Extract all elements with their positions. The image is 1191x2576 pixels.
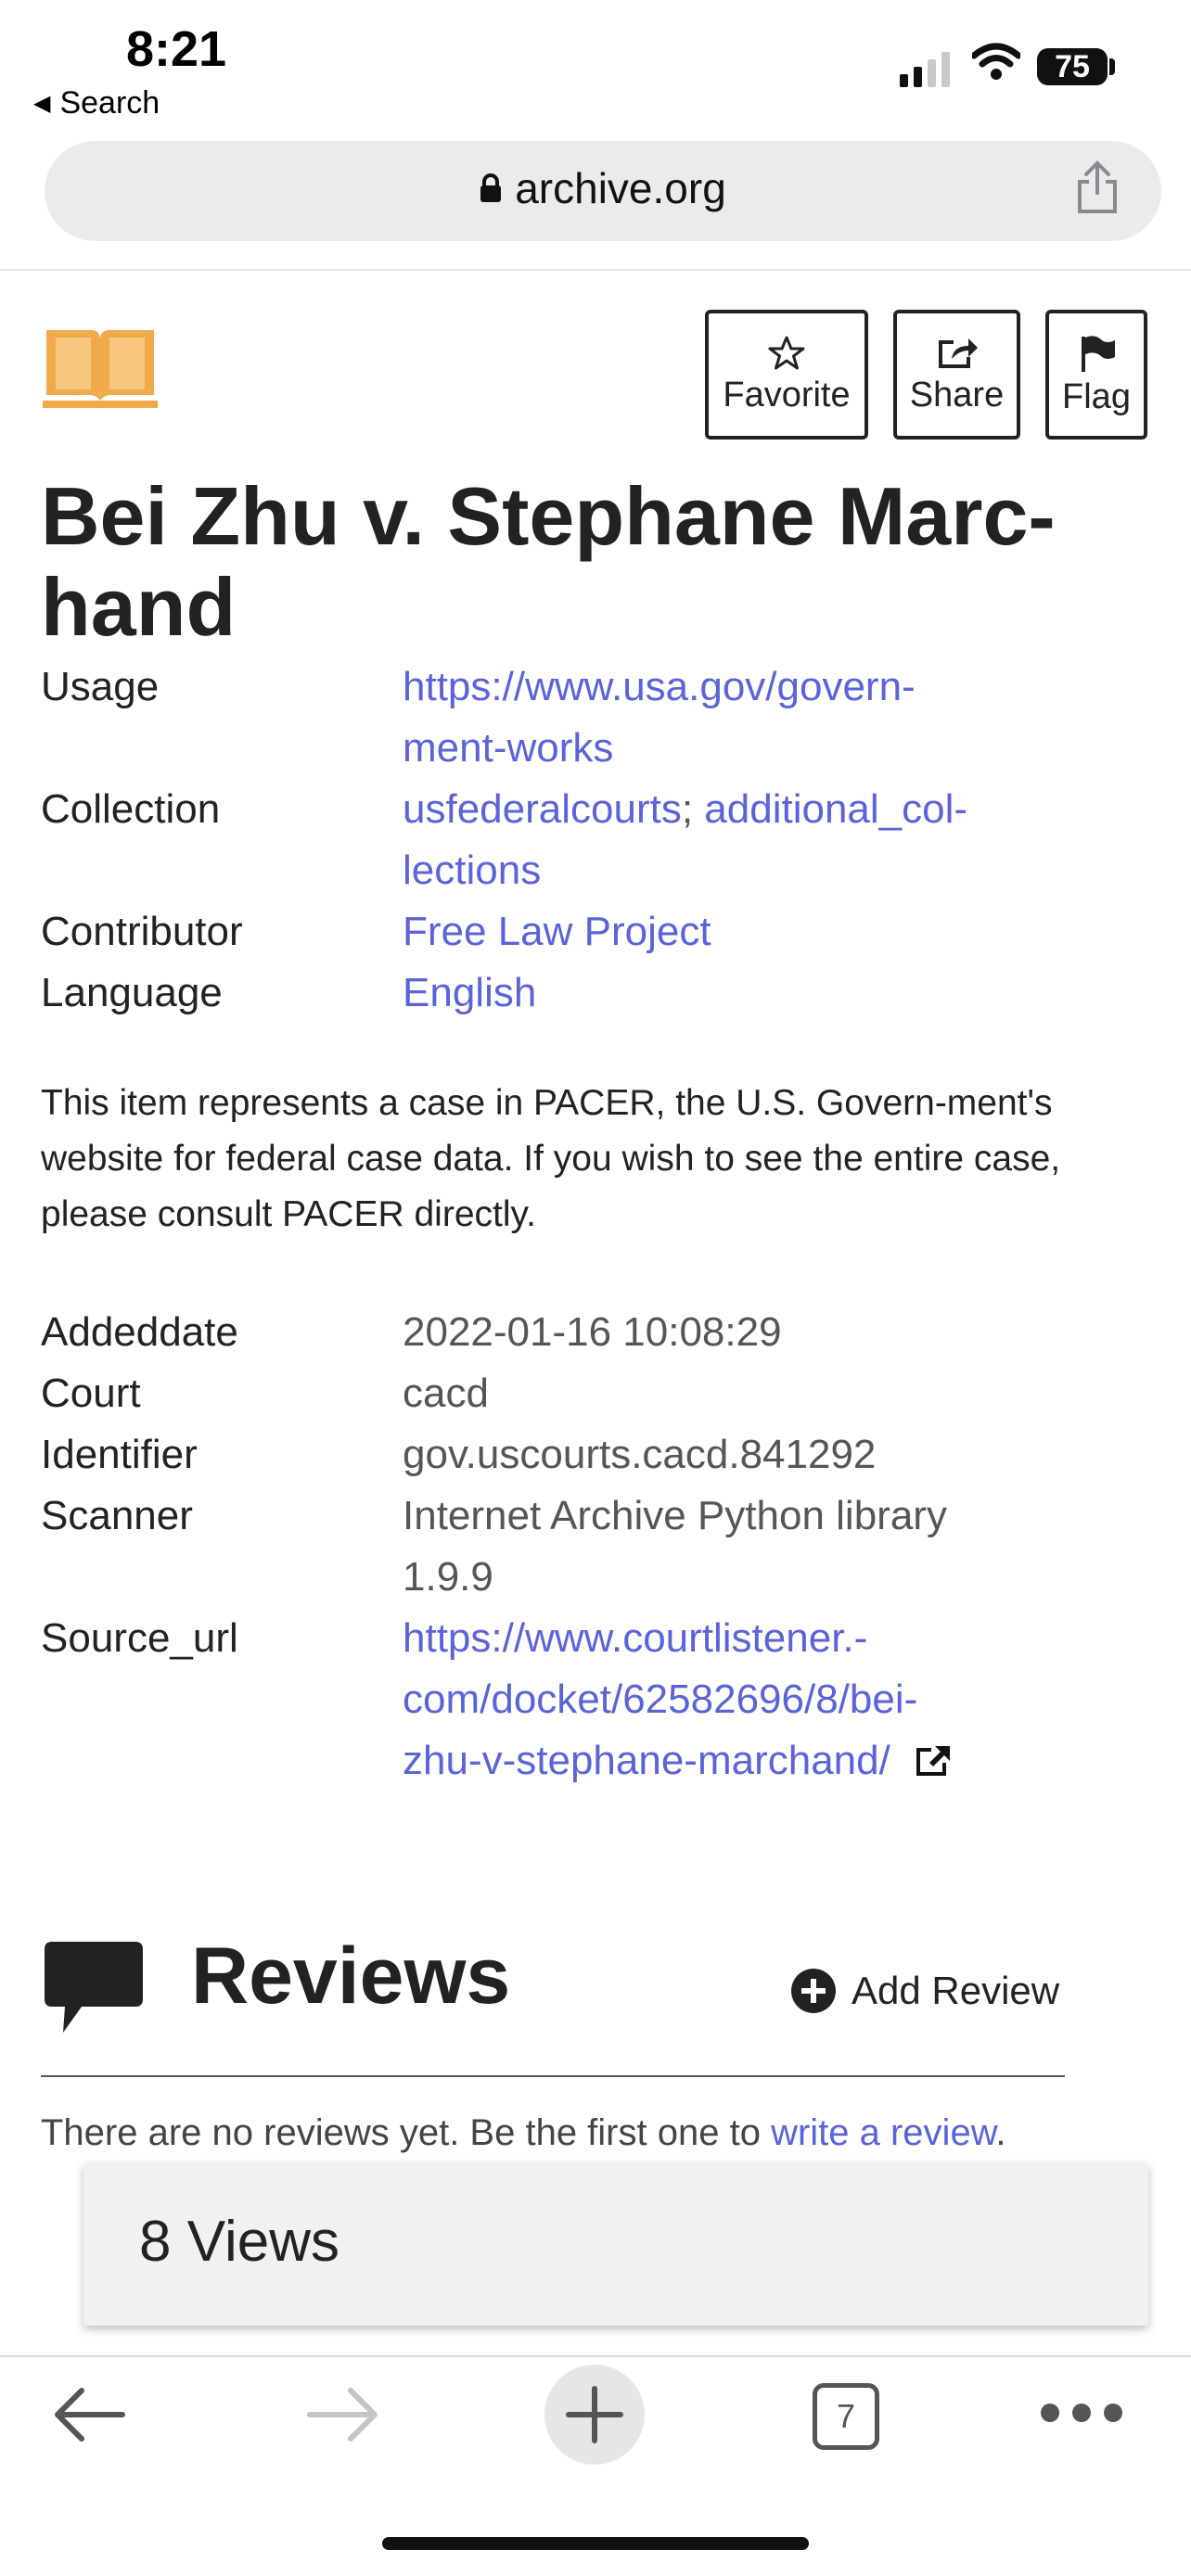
share-label: Share	[909, 375, 1005, 414]
identifier-value: gov.uscourts.cacd.841292	[403, 1432, 877, 1477]
status-time: 8:21	[126, 21, 227, 77]
speech-bubble-icon	[45, 1942, 143, 2033]
court-value: cacd	[403, 1371, 489, 1416]
lock-icon	[480, 173, 502, 202]
collection-link-additional-line1[interactable]: additional_col-	[704, 786, 967, 832]
collection-separator: ;	[681, 786, 705, 832]
flag-icon	[1082, 335, 1115, 372]
language-key: Language	[41, 970, 223, 1015]
usage-key: Usage	[41, 664, 160, 709]
home-indicator	[382, 2537, 809, 2550]
tabs-button[interactable]: 7	[813, 2383, 879, 2450]
court-key: Court	[41, 1371, 141, 1416]
share-icon[interactable]	[1076, 159, 1119, 215]
source-url-line2[interactable]: com/docket/62582696/8/bei-	[403, 1677, 917, 1722]
battery-tip	[1109, 58, 1115, 75]
add-review-label: Add Review	[852, 1969, 1060, 2012]
item-title-line1: Bei Zhu v. Stephane Marc-	[41, 470, 1056, 562]
item-title: Bei Zhu v. Stephane Marc- hand	[41, 471, 1154, 653]
scanner-value: Internet Archive Python library 1.9.9	[403, 1486, 947, 1608]
book-icon	[43, 330, 158, 408]
flag-button[interactable]: Flag	[1045, 310, 1147, 440]
collection-key: Collection	[41, 786, 221, 832]
back-triangle-icon: ◀	[33, 91, 51, 116]
no-reviews-message: There are no reviews yet. Be the first o…	[41, 2112, 772, 2153]
flag-label: Flag	[1062, 376, 1131, 416]
collection-link-usfederalcourts[interactable]: usfederalcourts	[403, 786, 682, 832]
source-url-key: Source_url	[41, 1615, 238, 1661]
language-value[interactable]: English	[403, 963, 536, 1024]
favorite-button[interactable]: Favorite	[705, 310, 868, 440]
header-divider	[0, 269, 1191, 271]
contributor-key: Contributor	[41, 909, 243, 954]
identifier-key: Identifier	[41, 1432, 198, 1477]
addeddate-value: 2022-01-16 10:08:29	[403, 1309, 782, 1355]
usage-link-line1[interactable]: https://www.usa.gov/govern-	[403, 664, 916, 709]
battery-indicator: 75	[1037, 48, 1108, 85]
write-review-link[interactable]: write a review	[771, 2112, 995, 2153]
no-reviews-text: There are no reviews yet. Be the first o…	[41, 2112, 1006, 2154]
source-url-line1[interactable]: https://www.courtlistener.-	[403, 1615, 867, 1661]
url-text: archive.org	[515, 164, 726, 212]
contributor-link[interactable]: Free Law Project	[403, 909, 711, 954]
language-link[interactable]: English	[403, 970, 536, 1015]
plus-circle-icon	[791, 1969, 836, 2013]
reviews-heading: Reviews	[191, 1932, 511, 2021]
favorite-label: Favorite	[723, 375, 851, 414]
add-review-button[interactable]: Add Review	[790, 1968, 1059, 2014]
url-display[interactable]: archive.org	[0, 163, 1191, 213]
more-options-icon[interactable]	[1041, 2404, 1122, 2422]
collection-value: usfederalcourts; additional_col- lection…	[403, 779, 967, 901]
toolbar-divider	[0, 2355, 1191, 2357]
source-url-line3[interactable]: zhu-v-stephane-marchand/	[403, 1738, 890, 1783]
source-url-value[interactable]: https://www.courtlistener.- com/docket/6…	[403, 1608, 952, 1792]
scanner-value-line1: Internet Archive Python library	[403, 1493, 947, 1538]
usage-value[interactable]: https://www.usa.gov/govern- ment-works	[403, 657, 916, 779]
back-to-search-button[interactable]: ◀ Search	[33, 85, 160, 121]
views-count: 8 Views	[139, 2210, 339, 2274]
wifi-icon	[972, 43, 1020, 80]
back-arrow-icon[interactable]	[52, 2385, 126, 2444]
contributor-value[interactable]: Free Law Project	[403, 901, 711, 963]
cellular-signal-icon	[900, 52, 950, 87]
forward-arrow-icon[interactable]	[306, 2385, 380, 2444]
reviews-divider	[41, 2075, 1065, 2077]
external-link-icon[interactable]	[915, 1744, 952, 1778]
new-tab-button[interactable]	[544, 2365, 645, 2465]
usage-link-line2[interactable]: ment-works	[403, 725, 613, 771]
scanner-key: Scanner	[41, 1493, 193, 1538]
item-description: This item represents a case in PACER, th…	[41, 1083, 1061, 1234]
share-button[interactable]: Share	[893, 310, 1020, 440]
collection-link-additional-line2[interactable]: lections	[403, 848, 541, 893]
item-title-line2: hand	[41, 561, 237, 653]
no-reviews-end: .	[995, 2112, 1006, 2153]
share-arrow-icon	[938, 338, 978, 368]
addeddate-key: Addeddate	[41, 1309, 238, 1355]
back-to-search-label: Search	[59, 85, 160, 121]
scanner-value-line2: 1.9.9	[403, 1554, 493, 1600]
star-icon	[768, 336, 805, 369]
plus-icon	[566, 2386, 623, 2443]
